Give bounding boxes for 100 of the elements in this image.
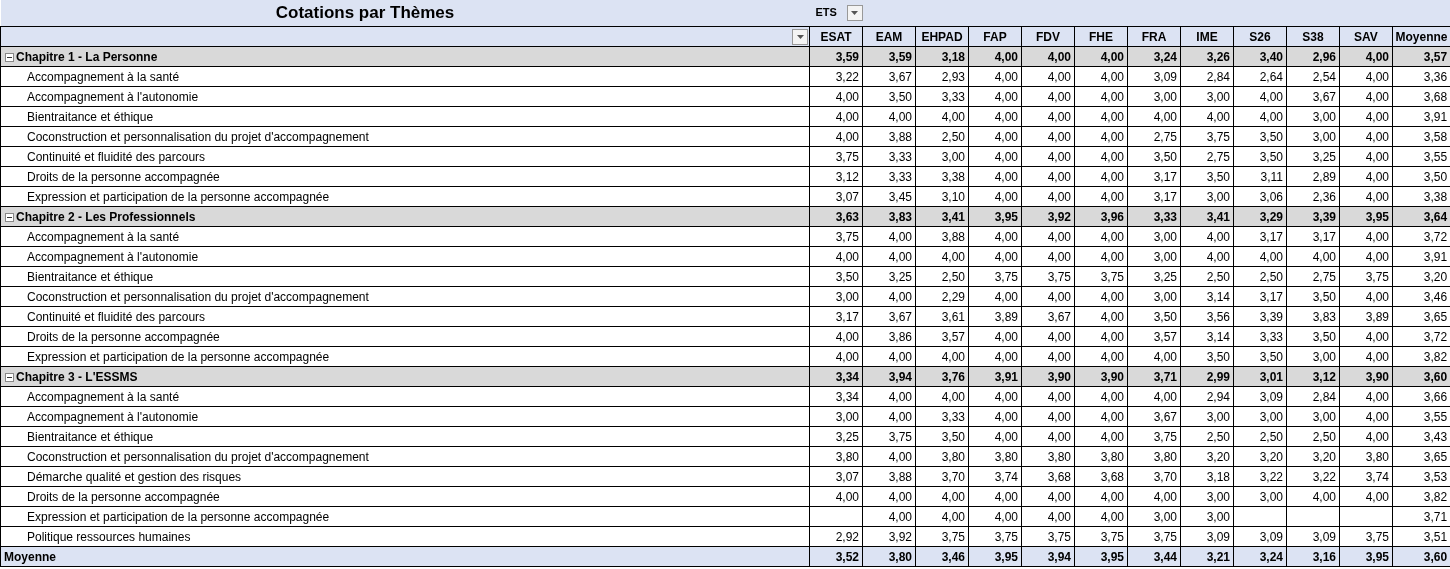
table-cell: 4,00 <box>1021 346 1075 367</box>
table-cell: 4,00 <box>1286 246 1340 267</box>
table-cell: 3,17 <box>1127 166 1181 187</box>
table-cell: 3,75 <box>1074 526 1128 547</box>
table-cell: 4,00 <box>1233 86 1287 107</box>
collapse-icon[interactable] <box>5 372 14 382</box>
table-cell: 3,00 <box>1233 486 1287 507</box>
caret-icon <box>796 34 804 39</box>
table-cell: 3,14 <box>1180 286 1234 307</box>
row-label: Expression et participation de la personne accompagnée <box>0 186 810 207</box>
table-cell: 3,09 <box>1286 526 1340 547</box>
table-cell: 3,33 <box>862 146 916 167</box>
table-cell: 3,00 <box>1127 286 1181 307</box>
table-cell: 3,50 <box>1180 346 1234 367</box>
table-cell: 4,00 <box>1127 386 1181 407</box>
table-cell: 3,00 <box>1286 126 1340 147</box>
table-cell: 3,25 <box>809 426 863 447</box>
collapse-icon[interactable] <box>5 212 14 222</box>
table-cell: 3,33 <box>915 406 969 427</box>
table-cell: 4,00 <box>1074 226 1128 247</box>
table-cell: 4,00 <box>1339 286 1393 307</box>
table-cell: 3,17 <box>1127 186 1181 207</box>
table-cell: 2,36 <box>1286 186 1340 207</box>
table-cell: 3,89 <box>1339 306 1393 327</box>
table-cell: 3,25 <box>1127 266 1181 287</box>
row-label: Coconstruction et personnalisation du projet d'accompagnement <box>0 286 810 307</box>
collapse-icon[interactable] <box>5 52 14 62</box>
table-cell: 3,75 <box>1339 266 1393 287</box>
table-cell: 3,14 <box>1180 326 1234 347</box>
table-cell: 3,50 <box>1127 306 1181 327</box>
table-cell: 3,33 <box>915 86 969 107</box>
table-cell: 4,00 <box>1074 306 1128 327</box>
table-cell: 4,00 <box>1021 186 1075 207</box>
table-cell: 3,68 <box>1021 466 1075 487</box>
table-cell: 4,00 <box>1339 126 1393 147</box>
table-cell: 2,64 <box>1233 66 1287 87</box>
row-label: Accompagnement à l'autonomie <box>0 86 810 107</box>
table-cell: 2,84 <box>1180 66 1234 87</box>
table-cell: 4,00 <box>1021 66 1075 87</box>
table-cell: 2,75 <box>1286 266 1340 287</box>
table-cell: 4,00 <box>1021 506 1075 527</box>
table-cell: 4,00 <box>968 126 1022 147</box>
table-cell: 3,74 <box>968 466 1022 487</box>
table-cell: 3,00 <box>1127 86 1181 107</box>
table-cell: 4,00 <box>1021 86 1075 107</box>
table-cell: 3,22 <box>1233 466 1287 487</box>
table-cell: 3,17 <box>1233 286 1287 307</box>
table-cell: 3,33 <box>1233 326 1287 347</box>
table-cell: 4,00 <box>1339 86 1393 107</box>
table-cell: 4,00 <box>862 486 916 507</box>
row-label: Accompagnement à la santé <box>0 66 810 87</box>
row-label: Continuité et fluidité des parcours <box>0 306 810 327</box>
table-cell: 4,00 <box>915 386 969 407</box>
table-cell: 3,09 <box>1233 386 1287 407</box>
row-label: Droits de la personne accompagnée <box>0 166 810 187</box>
table-cell: 3,09 <box>1180 526 1234 547</box>
table-cell: 4,00 <box>1074 146 1128 167</box>
table-cell: 3,50 <box>1127 146 1181 167</box>
row-label: Droits de la personne accompagnée <box>0 486 810 507</box>
row-label: Démarche qualité et gestion des risques <box>0 466 810 487</box>
table-cell: 4,00 <box>1339 186 1393 207</box>
table-cell: 4,00 <box>1180 226 1234 247</box>
table-cell: 4,00 <box>968 506 1022 527</box>
table-cell: 3,92 <box>862 526 916 547</box>
table-cell: 4,00 <box>968 226 1022 247</box>
table-cell: 4,00 <box>809 486 863 507</box>
table-cell: 4,00 <box>1074 126 1128 147</box>
table-cell: 3,57 <box>915 326 969 347</box>
table-cell: 3,75 <box>1074 266 1128 287</box>
table-cell: 3,75 <box>968 526 1022 547</box>
table-cell: 2,75 <box>1180 146 1234 167</box>
table-cell: 4,00 <box>862 286 916 307</box>
table-cell: 3,75 <box>1127 426 1181 447</box>
row-label: Expression et participation de la personne accompagnée <box>0 346 810 367</box>
table-cell: 4,00 <box>1339 486 1393 507</box>
table-cell: 3,00 <box>915 146 969 167</box>
row-label: Moyenne <box>0 546 810 567</box>
table-cell: 4,00 <box>862 406 916 427</box>
dropdown-button[interactable] <box>846 5 863 21</box>
table-cell: 3,80 <box>1127 446 1181 467</box>
row-label: Bientraitance et éthique <box>0 426 810 447</box>
table-cell: 4,00 <box>1021 166 1075 187</box>
table-cell: 4,00 <box>1074 186 1128 207</box>
table-cell: 4,00 <box>1180 246 1234 267</box>
dropdown-button[interactable] <box>792 28 808 45</box>
table-cell: 2,50 <box>1233 426 1287 447</box>
row-label: Accompagnement à l'autonomie <box>0 406 810 427</box>
table-cell: 4,00 <box>1021 406 1075 427</box>
table-cell: 4,00 <box>915 246 969 267</box>
table-cell: 3,45 <box>862 186 916 207</box>
table-cell: 4,00 <box>1180 106 1234 127</box>
table-cell: 3,00 <box>1286 406 1340 427</box>
table-cell: 3,61 <box>915 306 969 327</box>
row-label: Accompagnement à la santé <box>0 386 810 407</box>
table-cell: 4,00 <box>1074 106 1128 127</box>
table-cell: 3,00 <box>1286 346 1340 367</box>
table-cell: 3,83 <box>1286 306 1340 327</box>
table-cell: 3,17 <box>1233 226 1287 247</box>
table-cell: 4,00 <box>1339 166 1393 187</box>
table-cell: 4,00 <box>915 106 969 127</box>
